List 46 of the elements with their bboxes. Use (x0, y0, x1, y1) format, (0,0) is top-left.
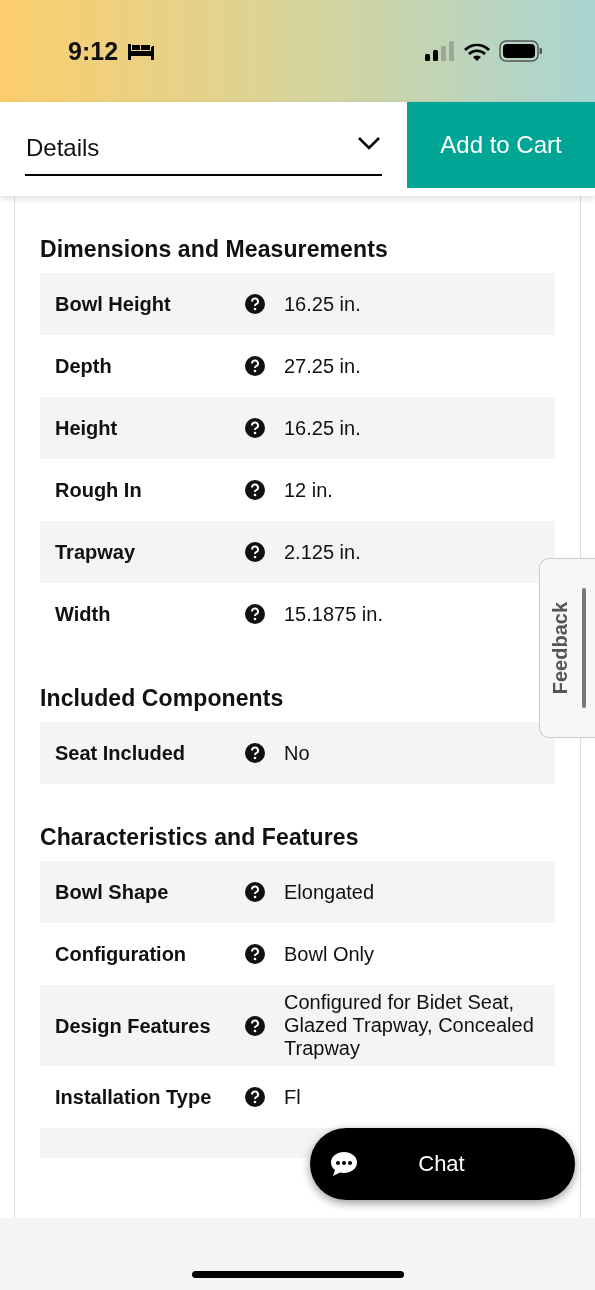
help-icon[interactable] (245, 1087, 265, 1107)
spec-label: Height (54, 416, 119, 441)
help-icon[interactable] (245, 480, 265, 500)
spec-value: 15.1875 in. (284, 602, 384, 626)
section-title: Characteristics and Features (40, 823, 360, 852)
spec-value: 27.25 in. (284, 354, 362, 378)
spec-label: Design Features (54, 1013, 212, 1039)
spec-value: 2.125 in. (284, 540, 362, 564)
chevron-down-icon (357, 136, 381, 150)
help-icon[interactable] (245, 944, 265, 964)
help-icon[interactable] (245, 743, 265, 763)
chat-bubble-icon (330, 1151, 358, 1177)
spec-label: Depth (54, 354, 113, 379)
signal-icon (425, 41, 455, 61)
spec-value: 16.25 in. (284, 292, 362, 316)
spec-label: Trapway (54, 540, 137, 565)
feedback-tab[interactable]: Feedback (539, 558, 595, 738)
chat-button[interactable]: Chat (310, 1128, 575, 1200)
spec-value: 16.25 in. (284, 416, 362, 440)
help-icon[interactable] (245, 356, 265, 376)
spec-label: Seat Included (54, 741, 187, 766)
spec-value: Configured for Bidet Seat, Glazed Trapway, Concealed Trapway (284, 991, 535, 1060)
spec-label: Width (54, 602, 112, 627)
spec-value: No (284, 741, 311, 765)
spec-label: Bowl Height (54, 292, 172, 317)
help-icon[interactable] (245, 418, 265, 438)
spec-value: 12 in. (284, 478, 334, 502)
help-icon[interactable] (245, 294, 265, 314)
spec-label: Bowl Shape (54, 880, 170, 905)
help-icon[interactable] (245, 604, 265, 624)
status-time: 9:12 (68, 36, 119, 66)
bed-icon (128, 42, 155, 60)
help-icon[interactable] (245, 542, 265, 562)
spec-label: Rough In (54, 478, 143, 503)
battery-icon (499, 40, 543, 62)
section-title: Included Components (40, 684, 285, 713)
help-icon[interactable] (245, 1015, 265, 1036)
section-dropdown[interactable]: Details (25, 112, 382, 176)
wifi-icon (463, 41, 491, 61)
spec-label: Configuration (54, 942, 188, 967)
spec-value: Fl (284, 1085, 302, 1109)
spec-label: Installation Type (54, 1085, 213, 1110)
help-icon[interactable] (245, 882, 265, 902)
spec-value: Bowl Only (284, 942, 376, 966)
spec-value: Elongated (284, 880, 376, 904)
section-title: Dimensions and Measurements (40, 235, 389, 264)
